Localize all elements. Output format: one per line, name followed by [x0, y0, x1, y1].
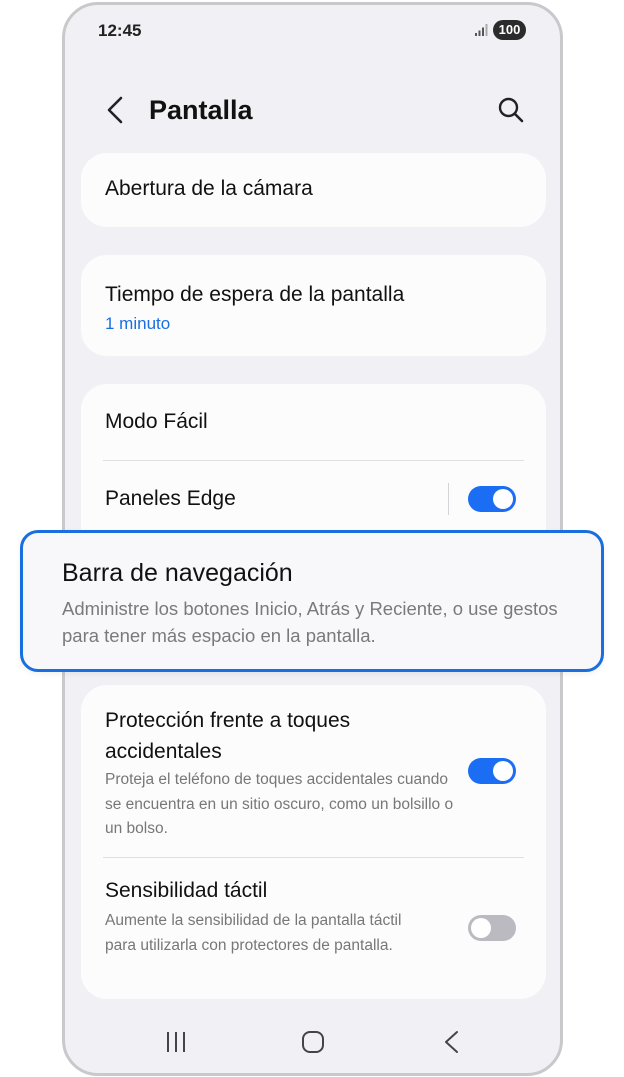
easy-mode-item[interactable]: Modo Fácil	[81, 384, 546, 460]
edge-panels-toggle[interactable]	[468, 486, 516, 512]
accidental-touch-label: Protección frente a toques accidentales	[105, 709, 351, 763]
screen-timeout-label: Tiempo de espera de la pantalla	[105, 283, 405, 306]
touch-sensitivity-item[interactable]: Sensibilidad táctil Aumente la sensibili…	[81, 858, 546, 999]
edge-panels-label: Paneles Edge	[105, 487, 236, 510]
page-title: Pantalla	[149, 95, 253, 125]
vertical-separator	[448, 483, 449, 515]
navigation-bar-item[interactable]: Barra de navegación Administre los boton…	[20, 530, 604, 672]
camera-cutout-item[interactable]: Abertura de la cámara	[81, 153, 546, 227]
toggle-knob	[471, 918, 491, 938]
battery-badge: 100	[493, 20, 526, 40]
back-icon[interactable]	[101, 93, 131, 127]
touch-card: Protección frente a toques accidentales …	[81, 685, 546, 999]
system-nav-bar	[65, 1017, 560, 1067]
status-bar: 12:45 100	[65, 5, 560, 57]
edge-panels-item[interactable]: Paneles Edge	[81, 461, 546, 537]
touch-sensitivity-label: Sensibilidad táctil	[105, 879, 268, 902]
camera-cutout-card: Abertura de la cámara	[81, 153, 546, 227]
navigation-bar-description: Administre los botones Inicio, Atrás y R…	[62, 598, 558, 646]
accidental-touch-toggle[interactable]	[468, 758, 516, 784]
back-nav-icon[interactable]	[431, 1025, 471, 1059]
accidental-touch-item[interactable]: Protección frente a toques accidentales …	[81, 685, 546, 857]
search-icon[interactable]	[496, 95, 526, 125]
status-time: 12:45	[98, 21, 142, 40]
accidental-touch-description: Proteja el teléfono de toques accidental…	[105, 771, 454, 837]
touch-sensitivity-description: Aumente la sensibilidad de la pantalla t…	[105, 912, 402, 954]
touch-sensitivity-toggle[interactable]	[468, 915, 516, 941]
toggle-knob	[493, 489, 513, 509]
screen-timeout-item[interactable]: Tiempo de espera de la pantalla 1 minuto	[81, 255, 546, 356]
navigation-bar-label: Barra de navegación	[62, 559, 293, 587]
toggle-knob	[493, 761, 513, 781]
signal-icon	[475, 24, 488, 36]
camera-cutout-label: Abertura de la cámara	[105, 177, 313, 200]
screen-timeout-card: Tiempo de espera de la pantalla 1 minuto	[81, 255, 546, 356]
easy-mode-label: Modo Fácil	[105, 410, 208, 433]
home-icon[interactable]	[293, 1025, 333, 1059]
screen-timeout-value: 1 minuto	[105, 314, 171, 333]
app-bar: Pantalla	[65, 75, 560, 145]
recents-icon[interactable]	[156, 1025, 196, 1059]
